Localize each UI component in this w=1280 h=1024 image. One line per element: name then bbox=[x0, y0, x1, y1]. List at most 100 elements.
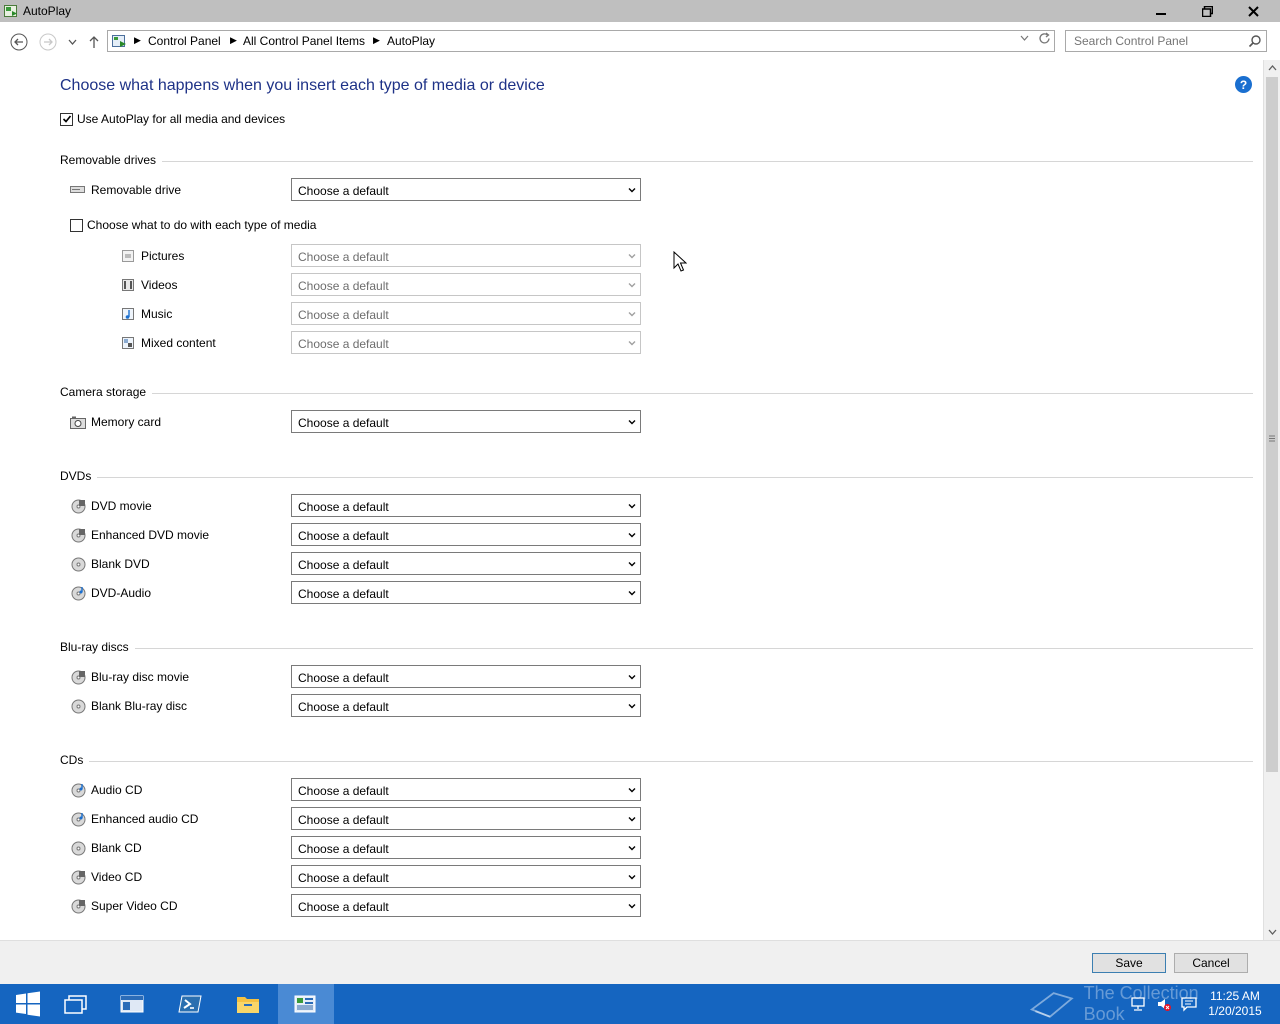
minimize-button[interactable] bbox=[1138, 0, 1184, 22]
checkmark-icon bbox=[62, 115, 71, 123]
refresh-button[interactable] bbox=[1035, 32, 1053, 48]
close-button[interactable] bbox=[1230, 0, 1276, 22]
chevron-down-icon bbox=[68, 39, 76, 45]
powershell-button[interactable] bbox=[162, 984, 218, 1024]
system-clock[interactable]: 11:25 AM 1/20/2015 bbox=[1200, 989, 1270, 1019]
breadcrumb-autoplay[interactable]: AutoPlay bbox=[387, 34, 435, 48]
videos-icon bbox=[120, 277, 136, 293]
pictures-icon bbox=[120, 248, 136, 264]
windows-logo-icon bbox=[16, 991, 40, 1017]
chevron-down-icon bbox=[628, 312, 636, 317]
video-cd-select[interactable]: Choose a default bbox=[291, 865, 641, 888]
scroll-down-button[interactable] bbox=[1264, 924, 1280, 940]
videos-select[interactable]: Choose a default bbox=[291, 273, 641, 296]
save-button[interactable]: Save bbox=[1092, 953, 1166, 973]
blank-cd-label: Blank CD bbox=[91, 841, 142, 855]
disc-icon bbox=[70, 698, 86, 714]
enhanced-dvd-movie-label-row: Enhanced DVD movie bbox=[70, 527, 209, 543]
volume-tray-button[interactable] bbox=[1154, 984, 1174, 1024]
navigation-bar: ▶ Control Panel ▶ All Control Panel Item… bbox=[0, 22, 1280, 60]
select-value: Choose a default bbox=[298, 871, 389, 885]
network-icon bbox=[1131, 997, 1145, 1011]
removable-drive-label: Removable drive bbox=[91, 183, 182, 197]
dvd-movie-select[interactable]: Choose a default bbox=[291, 494, 641, 517]
help-icon[interactable]: ? bbox=[1235, 76, 1252, 93]
section-divider bbox=[60, 161, 1253, 162]
book-logo-icon bbox=[1030, 992, 1074, 1018]
enhanced-audio-cd-select[interactable]: Choose a default bbox=[291, 807, 641, 830]
enhanced-dvd-movie-select[interactable]: Choose a default bbox=[291, 523, 641, 546]
restore-icon bbox=[1201, 5, 1213, 17]
server-manager-icon bbox=[120, 995, 144, 1013]
removable-drive-select[interactable]: Choose a default bbox=[291, 178, 641, 201]
search-input[interactable] bbox=[1066, 31, 1246, 51]
disc-icon bbox=[70, 498, 86, 514]
dvd-movie-label-row: DVD movie bbox=[70, 498, 152, 514]
cancel-button[interactable]: Cancel bbox=[1174, 953, 1248, 973]
mixed-content-select[interactable]: Choose a default bbox=[291, 331, 641, 354]
dvd-audio-select[interactable]: Choose a default bbox=[291, 581, 641, 604]
video-cd-label-row: Video CD bbox=[70, 869, 142, 885]
pictures-select[interactable]: Choose a default bbox=[291, 244, 641, 267]
per-media-checkbox[interactable] bbox=[70, 218, 83, 232]
network-tray-button[interactable] bbox=[1128, 984, 1148, 1024]
videos-label: Videos bbox=[141, 278, 178, 292]
memory-card-select[interactable]: Choose a default bbox=[291, 410, 641, 433]
search-icon[interactable] bbox=[1248, 34, 1262, 48]
chevron-down-icon bbox=[628, 875, 636, 880]
up-button[interactable] bbox=[84, 32, 104, 52]
chevron-down-icon bbox=[1020, 35, 1028, 41]
task-view-button[interactable] bbox=[48, 984, 104, 1024]
use-autoplay-label: Use AutoPlay for all media and devices bbox=[77, 112, 286, 126]
blank-cd-label-row: Blank CD bbox=[70, 840, 142, 856]
music-label: Music bbox=[141, 307, 173, 321]
blank-dvd-select[interactable]: Choose a default bbox=[291, 552, 641, 575]
chevron-down-icon bbox=[628, 188, 636, 193]
breadcrumb-separator-icon: ▶ bbox=[134, 35, 141, 45]
per-media-label: Choose what to do with each type of medi… bbox=[87, 218, 317, 232]
chevron-down-icon bbox=[628, 254, 636, 259]
audio-cd-select[interactable]: Choose a default bbox=[291, 778, 641, 801]
breadcrumb-control-panel[interactable]: Control Panel bbox=[148, 34, 221, 48]
breadcrumb-all-items[interactable]: All Control Panel Items bbox=[243, 34, 365, 48]
forward-button[interactable] bbox=[38, 32, 58, 52]
main-content: Choose what happens when you insert each… bbox=[0, 60, 1263, 940]
dvd-movie-label: DVD movie bbox=[91, 499, 152, 513]
disc-icon bbox=[70, 840, 86, 856]
dvd-audio-label-row: DVD-Audio bbox=[70, 585, 151, 601]
enhanced-audio-cd-label-row: Enhanced audio CD bbox=[70, 811, 198, 827]
use-autoplay-checkbox-row[interactable]: Use AutoPlay for all media and devices bbox=[60, 112, 285, 126]
file-explorer-button[interactable] bbox=[220, 984, 276, 1024]
usb-drive-icon bbox=[70, 182, 86, 198]
address-history-dropdown[interactable] bbox=[1016, 33, 1032, 44]
autoplay-taskbar-button[interactable] bbox=[278, 984, 334, 1024]
recent-locations-button[interactable] bbox=[62, 32, 82, 52]
scroll-thumb[interactable] bbox=[1266, 77, 1278, 772]
restore-button[interactable] bbox=[1184, 0, 1230, 22]
enhanced-dvd-movie-label: Enhanced DVD movie bbox=[91, 528, 210, 542]
super-video-cd-select[interactable]: Choose a default bbox=[291, 894, 641, 917]
bluray-movie-select[interactable]: Choose a default bbox=[291, 665, 641, 688]
blank-bluray-select[interactable]: Choose a default bbox=[291, 694, 641, 717]
back-button[interactable] bbox=[9, 32, 29, 52]
address-bar[interactable]: ▶ Control Panel ▶ All Control Panel Item… bbox=[107, 30, 1055, 52]
server-manager-button[interactable] bbox=[104, 984, 160, 1024]
select-value: Choose a default bbox=[298, 784, 389, 798]
select-value: Choose a default bbox=[298, 308, 389, 322]
pictures-label: Pictures bbox=[141, 249, 185, 263]
autoplay-app-icon bbox=[4, 5, 17, 17]
chevron-up-icon bbox=[1268, 65, 1276, 71]
select-value: Choose a default bbox=[298, 900, 389, 914]
scroll-up-button[interactable] bbox=[1264, 60, 1280, 76]
search-box[interactable] bbox=[1065, 30, 1267, 52]
chevron-down-icon bbox=[628, 846, 636, 851]
per-media-checkbox-row[interactable]: Choose what to do with each type of medi… bbox=[70, 218, 316, 232]
use-autoplay-checkbox[interactable] bbox=[60, 112, 73, 126]
audio-disc-icon bbox=[70, 585, 86, 601]
removable-drive-label-row: Removable drive bbox=[70, 182, 181, 198]
forward-arrow-icon bbox=[39, 33, 57, 51]
blank-cd-select[interactable]: Choose a default bbox=[291, 836, 641, 859]
action-center-button[interactable] bbox=[1179, 984, 1199, 1024]
music-select[interactable]: Choose a default bbox=[291, 302, 641, 325]
vertical-scrollbar[interactable] bbox=[1263, 60, 1280, 940]
